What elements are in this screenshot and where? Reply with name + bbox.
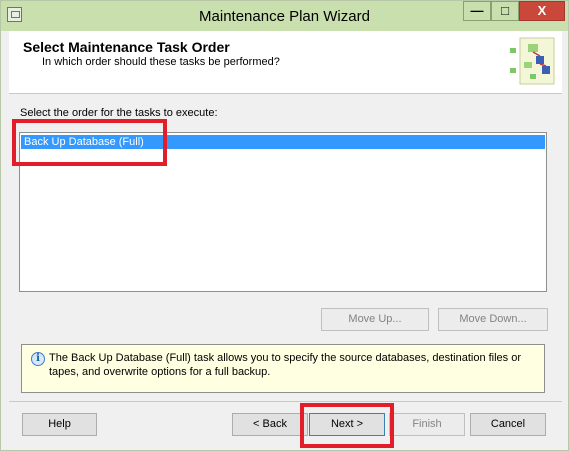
task-order-list[interactable]: Back Up Database (Full) [19,132,547,292]
maximize-button[interactable]: □ [491,1,519,21]
cancel-button[interactable]: Cancel [470,413,546,436]
help-button[interactable]: Help [22,413,97,436]
task-list-item[interactable]: Back Up Database (Full) [21,135,545,149]
task-description-box: i The Back Up Database (Full) task allow… [21,344,545,393]
minimize-button[interactable]: — [463,1,491,21]
title-bar[interactable]: Maintenance Plan Wizard — □ X [1,1,568,31]
wizard-header-graphic [510,37,555,85]
wizard-header: Select Maintenance Task Order In which o… [9,31,562,93]
task-order-label: Select the order for the tasks to execut… [20,107,218,119]
move-up-button[interactable]: Move Up... [321,308,429,331]
info-icon: i [31,352,45,366]
page-subtitle: In which order should these tasks be per… [42,56,280,68]
page-title: Select Maintenance Task Order [23,39,230,55]
task-description: The Back Up Database (Full) task allows … [49,352,522,378]
move-down-button[interactable]: Move Down... [438,308,548,331]
close-button[interactable]: X [519,1,565,21]
finish-button[interactable]: Finish [389,413,465,436]
wizard-window: Maintenance Plan Wizard — □ X Select Mai… [0,0,569,451]
back-button[interactable]: < Back [232,413,308,436]
next-button[interactable]: Next > [309,413,385,436]
